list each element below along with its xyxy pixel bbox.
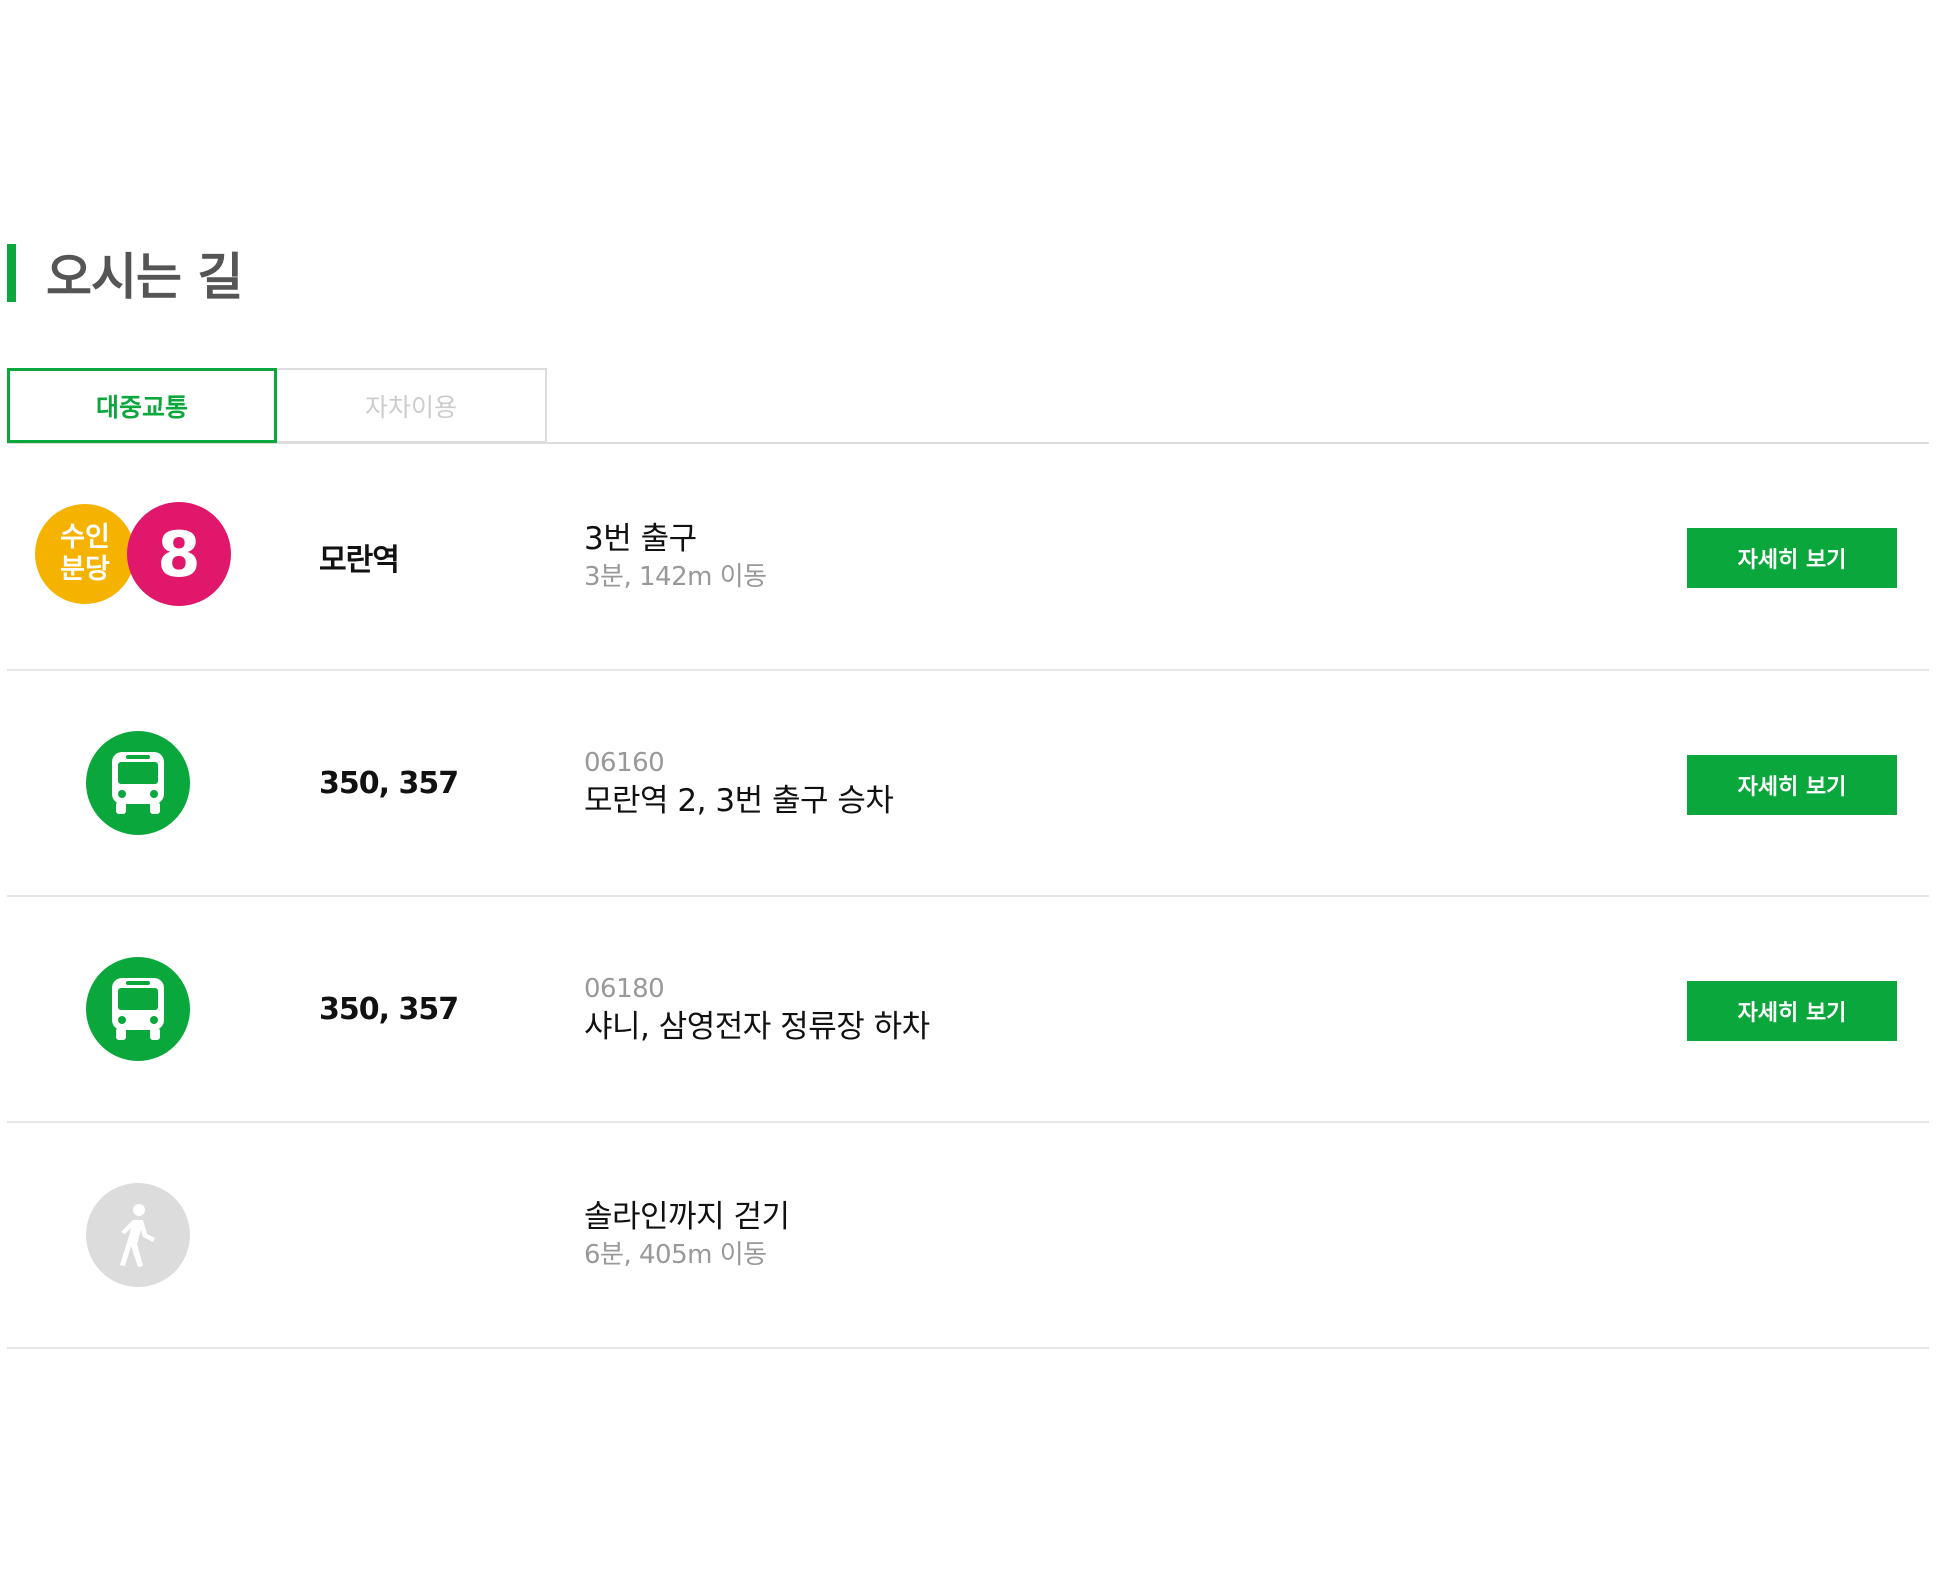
- line-badge-text-top: 수인: [60, 522, 110, 553]
- bus-numbers: 350, 357: [319, 765, 459, 801]
- detail-button[interactable]: 자세히 보기: [1687, 981, 1897, 1041]
- page-title: 오시는 길: [46, 248, 243, 306]
- route-main-text: 모란역 2, 3번 출구 승차: [584, 783, 894, 819]
- transport-tabs: 대중교통 자차이용: [7, 368, 1929, 444]
- line-badge-text-bottom: 분당: [60, 554, 110, 585]
- suin-bundang-line-badge: 수인 분당: [35, 504, 135, 604]
- station-name: 모란역: [319, 543, 400, 578]
- route-info: 3번 출구 3분, 142m 이동: [584, 445, 767, 669]
- walk-icon: [86, 1183, 190, 1287]
- route-info: 06160 모란역 2, 3번 출구 승차: [584, 671, 894, 895]
- route-info: 06180 샤니, 삼영전자 정류장 하차: [584, 897, 930, 1121]
- route-row-subway: 수인 분당 8 모란역 3번 출구 3분, 142m 이동 자세히 보기: [7, 445, 1929, 671]
- row-divider: [7, 1347, 1929, 1349]
- route-row-bus: 350, 357 06180 샤니, 삼영전자 정류장 하차 자세히 보기: [7, 897, 1929, 1123]
- route-main-text: 샤니, 삼영전자 정류장 하차: [584, 1009, 930, 1045]
- route-row-bus: 350, 357 06160 모란역 2, 3번 출구 승차 자세히 보기: [7, 671, 1929, 897]
- route-info: 솔라인까지 걷기 6분, 405m 이동: [584, 1123, 790, 1347]
- bus-icon: [86, 731, 190, 835]
- route-main-text: 솔라인까지 걷기: [584, 1199, 790, 1235]
- detail-button[interactable]: 자세히 보기: [1687, 755, 1897, 815]
- line-8-badge: 8: [127, 502, 231, 606]
- subway-line-badges: 수인 분당 8: [35, 502, 235, 610]
- route-icon-cell: [35, 1123, 190, 1347]
- tab-public-transport[interactable]: 대중교통: [7, 368, 277, 443]
- bus-stop-code: 06180: [584, 974, 665, 1004]
- tab-car[interactable]: 자차이용: [277, 368, 547, 443]
- detail-button[interactable]: 자세히 보기: [1687, 528, 1897, 588]
- bus-icon: [86, 957, 190, 1061]
- bus-stop-code: 06160: [584, 748, 665, 778]
- route-icon-cell: [35, 671, 190, 895]
- title-accent-bar: [7, 244, 16, 302]
- bus-numbers: 350, 357: [319, 991, 459, 1027]
- route-sub-text: 6분, 405m 이동: [584, 1240, 767, 1270]
- route-main-text: 3번 출구: [584, 521, 697, 557]
- section-title: 오시는 길: [7, 244, 243, 306]
- route-row-walk: 솔라인까지 걷기 6분, 405m 이동: [7, 1123, 1929, 1349]
- route-icon-cell: [35, 897, 190, 1121]
- route-icon-cell: 수인 분당 8: [35, 445, 235, 669]
- route-sub-text: 3분, 142m 이동: [584, 562, 767, 592]
